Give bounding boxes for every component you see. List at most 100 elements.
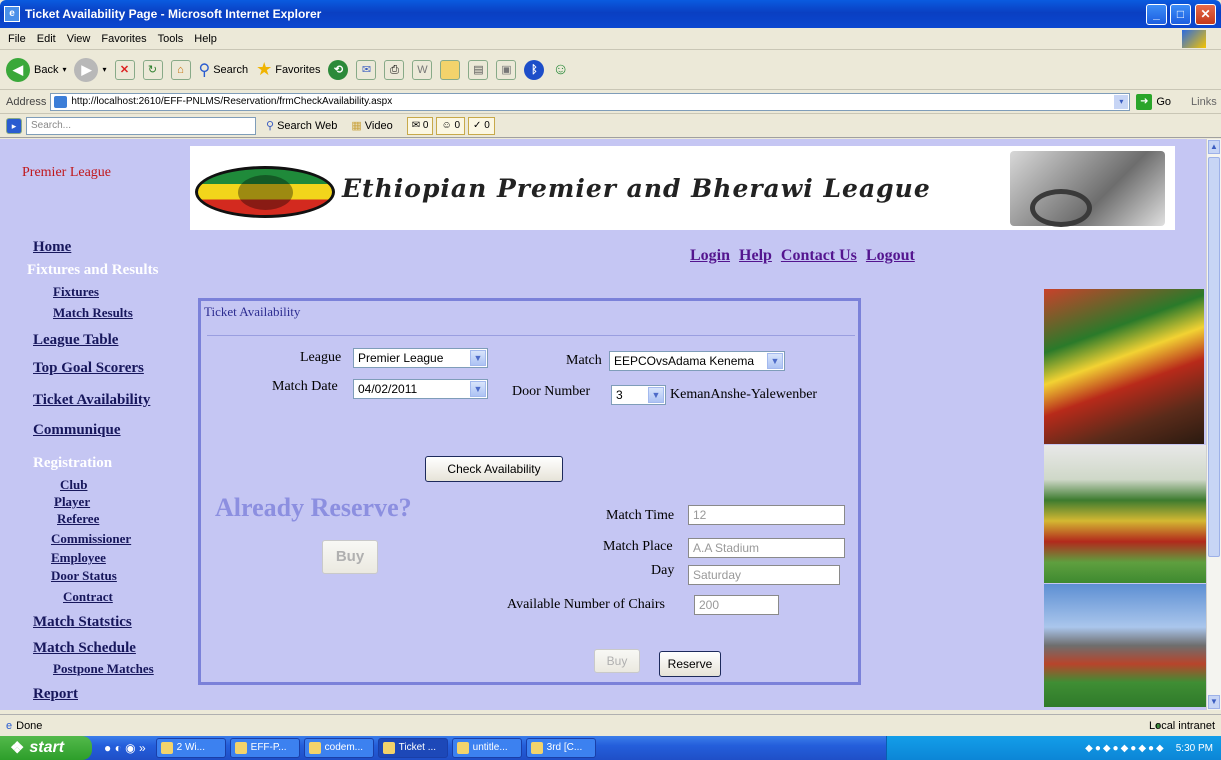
- check-availability-button[interactable]: Check Availability: [425, 456, 563, 482]
- buy-button-large[interactable]: Buy: [322, 540, 378, 574]
- search-button[interactable]: ⚲ Search: [199, 60, 249, 80]
- folder-button[interactable]: [440, 59, 461, 80]
- refresh-button[interactable]: ↻: [142, 59, 163, 80]
- bluetooth-button[interactable]: ᛒ: [524, 59, 545, 80]
- print-button[interactable]: ⎙: [384, 59, 405, 80]
- login-link[interactable]: Login: [690, 247, 730, 264]
- search-toolbar: ▸ Search... ⚲ Search Web ▦ Video ✉ 0 ☺ 0…: [0, 114, 1221, 138]
- taskbar-item-ticket[interactable]: Ticket ...: [377, 738, 448, 758]
- zone-text: Local intranet: [1148, 719, 1215, 732]
- nav-ticket-availability[interactable]: Ticket Availability: [33, 392, 150, 409]
- messenger-button[interactable]: ▣: [496, 59, 517, 80]
- nav-commissioner[interactable]: Commissioner: [51, 531, 131, 547]
- taskbar-item-untitled[interactable]: untitle...: [451, 738, 522, 758]
- nav-league-table[interactable]: League Table: [33, 332, 118, 349]
- help-link[interactable]: Help: [739, 247, 772, 264]
- taskbar-item-doc[interactable]: 3rd [C...: [525, 738, 596, 758]
- minimize-button[interactable]: _: [1146, 4, 1167, 25]
- league-select[interactable]: Premier League ▼: [353, 348, 488, 368]
- clock: 5:30 PM: [1175, 742, 1213, 754]
- taskbar-item-explorer[interactable]: 2 Wi...: [155, 738, 226, 758]
- counter-badge-1[interactable]: ✉ 0: [406, 116, 434, 135]
- match-time-field[interactable]: 12: [688, 505, 845, 525]
- scroll-thumb[interactable]: [1208, 157, 1220, 557]
- quick-launch-icons[interactable]: ● ◐ ◉ »: [104, 741, 146, 755]
- nav-home[interactable]: Home: [33, 239, 71, 256]
- nav-player[interactable]: Player: [54, 494, 90, 510]
- taskbar-item-code[interactable]: codem...: [303, 738, 374, 758]
- available-chairs-field[interactable]: 200: [694, 595, 779, 615]
- window-title: Ticket Availability Page - Microsoft Int…: [25, 7, 322, 21]
- menu-edit[interactable]: Edit: [37, 33, 56, 45]
- go-button[interactable]: Go: [1156, 96, 1171, 108]
- ie-app-icon: e: [4, 6, 20, 22]
- nav-match-schedule[interactable]: Match Schedule: [33, 640, 136, 657]
- tray-icons[interactable]: ◆●◆●◆●◆●◆: [1085, 743, 1166, 754]
- menu-tools[interactable]: Tools: [158, 33, 184, 45]
- counter-2-value: 0: [454, 119, 461, 131]
- links-button[interactable]: Links: [1191, 96, 1217, 108]
- start-button[interactable]: ❖ start: [0, 736, 92, 760]
- menu-file[interactable]: File: [8, 33, 26, 45]
- nav-top-goal-scorers[interactable]: Top Goal Scorers: [33, 360, 144, 377]
- menu-help[interactable]: Help: [194, 33, 217, 45]
- chevron-down-icon: ▼: [648, 387, 664, 403]
- stop-icon: ✕: [114, 59, 135, 80]
- address-input[interactable]: http://localhost:2610/EFF-PNLMS/Reservat…: [50, 92, 1131, 111]
- edit-button[interactable]: W: [412, 59, 433, 80]
- taskbar-item-eff[interactable]: EFF-P...: [229, 738, 300, 758]
- nav-fixtures[interactable]: Fixtures: [53, 284, 99, 300]
- nav-door-status[interactable]: Door Status: [51, 568, 117, 584]
- research-icon: ▤: [468, 59, 489, 80]
- nav-contract[interactable]: Contract: [63, 589, 113, 605]
- home-button[interactable]: ⌂: [170, 59, 191, 80]
- buy-button[interactable]: Buy: [594, 649, 640, 673]
- search-web-icon[interactable]: ⚲: [266, 119, 274, 132]
- search-input[interactable]: Search...: [26, 116, 256, 135]
- nav-match-results[interactable]: Match Results: [53, 305, 133, 321]
- menu-view[interactable]: View: [67, 33, 91, 45]
- banner-title: Ethiopian Premier and Bherawi League: [342, 174, 931, 203]
- go-arrow-icon[interactable]: ➜: [1136, 93, 1153, 110]
- chevron-down-icon[interactable]: ▾: [1114, 94, 1129, 109]
- logout-link[interactable]: Logout: [866, 247, 915, 264]
- nav-match-statstics[interactable]: Match Statstics: [33, 614, 132, 631]
- day-field[interactable]: Saturday: [688, 565, 840, 585]
- video-button[interactable]: Video: [365, 120, 393, 132]
- match-label: Match: [566, 353, 602, 368]
- counter-3-value: 0: [484, 119, 490, 131]
- reserve-button[interactable]: Reserve: [659, 651, 721, 677]
- nav-employee[interactable]: Employee: [51, 550, 106, 566]
- refresh-icon: ↻: [142, 59, 163, 80]
- back-button[interactable]: ◀ Back ▾: [6, 57, 66, 82]
- match-date-select[interactable]: 04/02/2011 ▼: [353, 379, 488, 399]
- mail-button[interactable]: ✉: [356, 59, 377, 80]
- history-button[interactable]: ⟲: [328, 59, 349, 80]
- scroll-down-icon[interactable]: ▼: [1208, 695, 1220, 709]
- match-place-field[interactable]: A.A Stadium: [688, 538, 845, 558]
- forward-button[interactable]: ▶ ▾: [74, 57, 107, 82]
- counter-badge-2[interactable]: ☺ 0: [436, 116, 466, 135]
- research-button[interactable]: ▤: [468, 59, 489, 80]
- page-icon: [54, 95, 68, 108]
- windows-logo-icon: ❖: [10, 740, 25, 757]
- nav-report[interactable]: Report: [33, 686, 78, 703]
- nav-communique[interactable]: Communique: [33, 422, 121, 439]
- menu-favorites[interactable]: Favorites: [101, 33, 146, 45]
- contact-us-link[interactable]: Contact Us: [781, 247, 857, 264]
- nav-referee[interactable]: Referee: [57, 511, 99, 527]
- search-web-button[interactable]: Search Web: [277, 120, 337, 132]
- scroll-up-icon[interactable]: ▲: [1208, 140, 1220, 154]
- stop-button[interactable]: ✕: [114, 59, 135, 80]
- favorites-button[interactable]: ★ Favorites: [256, 59, 320, 80]
- users-button[interactable]: ☺: [552, 61, 568, 79]
- nav-club[interactable]: Club: [60, 477, 87, 493]
- nav-postpone-matches[interactable]: Postpone Matches: [53, 661, 154, 677]
- counter-badge-3[interactable]: ✓ 0: [468, 116, 495, 135]
- close-button[interactable]: ✕: [1195, 4, 1216, 25]
- address-bar: Address http://localhost:2610/EFF-PNLMS/…: [0, 90, 1221, 114]
- match-select[interactable]: EEPCOvsAdama Kenema ▼: [609, 351, 785, 371]
- maximize-button[interactable]: □: [1170, 4, 1191, 25]
- door-number-select[interactable]: 3 ▼: [611, 385, 666, 405]
- vertical-scrollbar[interactable]: ▲ ▼: [1206, 139, 1221, 710]
